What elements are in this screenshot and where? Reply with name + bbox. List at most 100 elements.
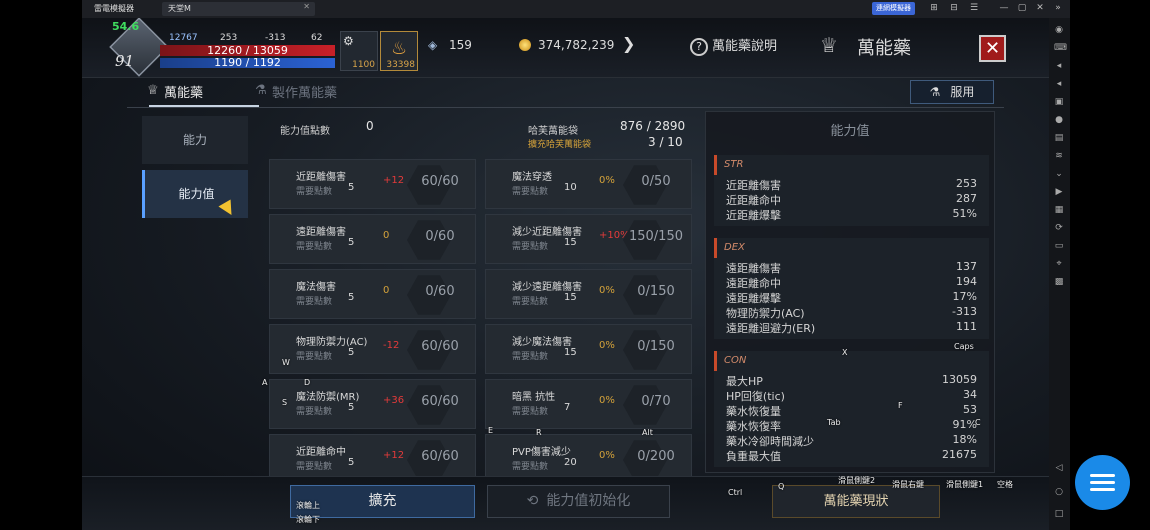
stat-card[interactable]: 物理防禦力(AC) 需要點數 5 -12 60/60 bbox=[269, 324, 476, 374]
stat-card-bonus: -12 bbox=[383, 340, 400, 351]
question-icon: ? bbox=[690, 38, 708, 56]
maximize-button[interactable]: ▢ bbox=[1015, 1, 1029, 16]
record-icon[interactable]: ● bbox=[1054, 115, 1064, 125]
stat-row: 遠距離命中 194 bbox=[714, 275, 989, 290]
elixir-icon: ♕ bbox=[820, 33, 838, 57]
stat-row-value: 18% bbox=[952, 433, 977, 446]
apk-icon[interactable]: ▤ bbox=[1054, 133, 1064, 143]
stat-card[interactable]: 魔法穿透 需要點數 10 0% 0/50 bbox=[485, 159, 692, 209]
points-label: 能力值點數 bbox=[280, 126, 330, 137]
stat-card-cost-label: 需要點數 bbox=[512, 242, 549, 252]
tab-elixir[interactable]: 萬能藥 bbox=[164, 82, 203, 101]
stat-card[interactable]: 魔法防禦(MR) 需要點數 5 +36 60/60 bbox=[269, 379, 476, 429]
stat-row-value: 17% bbox=[952, 290, 977, 303]
game-tab-close-icon[interactable]: ✕ bbox=[303, 2, 310, 11]
stat-row-label: 負重最大值 bbox=[726, 450, 781, 463]
stat-card-name: 魔法穿透 bbox=[512, 172, 552, 183]
stat-card-name: 暗黑 抗性 bbox=[512, 392, 556, 403]
stat-row-label: 近距離爆擊 bbox=[726, 209, 781, 222]
settings-icon[interactable]: ◉ bbox=[1054, 25, 1064, 35]
stat-row-value: 21675 bbox=[942, 448, 977, 461]
volume-down-icon[interactable]: ◂ bbox=[1054, 79, 1064, 89]
expand-bag-label[interactable]: 擴充哈芙萬能袋 bbox=[528, 137, 591, 150]
stats-section-head: DEX bbox=[714, 238, 989, 258]
stat-card-bonus: 0% bbox=[599, 395, 615, 406]
stat-card-cost: 7 bbox=[564, 402, 571, 413]
stats-panel[interactable]: 能力值 STR 近距離傷害 253 近距離命中 287 近距離爆擊 51% DEX 遠距離傷害 1… bbox=[705, 111, 995, 473]
stat-card[interactable]: 暗黑 抗性 需要點數 7 0% 0/70 bbox=[485, 379, 692, 429]
emu-ctrl-0[interactable]: ⊞ bbox=[927, 1, 941, 16]
stat-card-name: PVP傷害減少 bbox=[512, 447, 571, 458]
stat-card[interactable]: 減少遠距離傷害 需要點數 15 0% 0/150 bbox=[485, 269, 692, 319]
stat-card-progress: 0/60 bbox=[425, 284, 455, 299]
stat-row-value: 253 bbox=[956, 177, 977, 190]
item-count: 1100 bbox=[352, 60, 375, 70]
emu-ctrl-2[interactable]: ☰ bbox=[967, 1, 981, 16]
keymap-side2: 滑鼠側鍵2 bbox=[838, 476, 876, 485]
menu-fab-button[interactable] bbox=[1075, 455, 1130, 510]
stat-card[interactable]: 減少魔法傷害 需要點數 15 0% 0/150 bbox=[485, 324, 692, 374]
close-button[interactable]: ✕ bbox=[979, 35, 1006, 62]
potion-slot[interactable]: ♨ 33398 bbox=[380, 31, 418, 71]
stat-card-cost-label: 需要點數 bbox=[296, 462, 333, 472]
keymap-r: R bbox=[536, 428, 542, 437]
stat-row-value: -313 bbox=[952, 305, 977, 318]
keyboard-icon[interactable]: ⌨ bbox=[1054, 43, 1067, 53]
nav-ability[interactable]: 能力 bbox=[142, 116, 248, 164]
home-icon[interactable]: ○ bbox=[1054, 487, 1064, 497]
stat-row: 最大HP 13059 bbox=[714, 373, 989, 388]
level-percent: 54.6 bbox=[112, 20, 140, 33]
potion-icon: ♨ bbox=[391, 38, 408, 59]
reset-stats-button[interactable]: ⟲ 能力值初始化 bbox=[487, 485, 670, 518]
location-icon[interactable]: ⌖ bbox=[1054, 259, 1064, 269]
keymap-c: C bbox=[975, 418, 981, 427]
screenshot-icon[interactable]: ▣ bbox=[1054, 97, 1064, 107]
use-button[interactable]: ⚗ 服用 bbox=[910, 80, 994, 104]
back-icon[interactable]: ◁ bbox=[1054, 463, 1064, 473]
stat-row-value: 111 bbox=[956, 320, 977, 333]
use-label: 服用 bbox=[950, 85, 975, 99]
more-icon[interactable]: ⌄ bbox=[1054, 169, 1064, 179]
minimize-button[interactable]: — bbox=[997, 1, 1011, 16]
stat-row-value: 13059 bbox=[942, 373, 977, 386]
close-window-button[interactable]: ✕ bbox=[1033, 1, 1047, 16]
stat-row-label: 物理防禦力(AC) bbox=[726, 307, 805, 320]
game-tab[interactable]: 天堂M ✕ bbox=[162, 2, 315, 16]
keymap-ctrl: Ctrl bbox=[728, 488, 743, 497]
stat-row-value: 53 bbox=[963, 403, 977, 416]
volume-up-icon[interactable]: ◂ bbox=[1054, 61, 1064, 71]
emulator-app-tab[interactable]: 雷電模擬器 bbox=[88, 2, 140, 16]
stat-row: 負重最大值 21675 bbox=[714, 448, 989, 463]
emu-ctrl-1[interactable]: ⊟ bbox=[947, 1, 961, 16]
keymap-tab: Tab bbox=[827, 418, 841, 427]
stat-card-cost: 5 bbox=[348, 182, 355, 193]
help-button[interactable]: ? 萬能藥說明 bbox=[690, 35, 777, 56]
folder-icon[interactable]: ▭ bbox=[1054, 241, 1064, 251]
multi-window-icon[interactable]: ▦ bbox=[1054, 205, 1064, 215]
shake-icon[interactable]: ≋ bbox=[1054, 151, 1064, 161]
recent-apps-icon[interactable]: □ bbox=[1054, 509, 1064, 519]
stat-card[interactable]: 近距離傷害 需要點數 5 +12 60/60 bbox=[269, 159, 476, 209]
network-badge[interactable]: 連網模擬器 bbox=[872, 2, 915, 15]
stat-card-cost-label: 需要點數 bbox=[296, 407, 333, 417]
stat-card[interactable]: 遠距離傷害 需要點數 5 0 0/60 bbox=[269, 214, 476, 264]
stat-card[interactable]: 減少近距離傷害 需要點數 15 +10% 150/150 bbox=[485, 214, 692, 264]
sync-icon[interactable]: ⟳ bbox=[1054, 223, 1064, 233]
stat-card-name: 近距離命中 bbox=[296, 447, 346, 458]
stat-card-cost: 15 bbox=[564, 237, 577, 248]
chevron-right-icon[interactable]: ❯ bbox=[622, 34, 635, 53]
stat-card-progress: 60/60 bbox=[421, 174, 459, 189]
stat-row-label: HP回復(tic) bbox=[726, 390, 785, 403]
stat-card-name: 減少魔法傷害 bbox=[512, 337, 572, 348]
stat-card-name: 魔法防禦(MR) bbox=[296, 392, 360, 403]
video-icon[interactable]: ▶ bbox=[1054, 187, 1064, 197]
gamepad-icon[interactable]: ▩ bbox=[1054, 277, 1064, 287]
stat-row-label: 藥水恢復率 bbox=[726, 420, 781, 433]
stats-section: DEX 遠距離傷害 137 遠距離命中 194 遠距離爆擊 17% 物理防禦力(AC) -313… bbox=[714, 238, 989, 339]
tab-craft[interactable]: 製作萬能藥 bbox=[272, 82, 337, 101]
keymap-alt: Alt bbox=[642, 428, 653, 437]
expand-sidebar-button[interactable]: » bbox=[1051, 1, 1065, 16]
settings-potion-slot[interactable]: ⚙ 1100 bbox=[340, 31, 378, 71]
stat-card[interactable]: 魔法傷害 需要點數 5 0 0/60 bbox=[269, 269, 476, 319]
points-value: 0 bbox=[366, 119, 374, 133]
